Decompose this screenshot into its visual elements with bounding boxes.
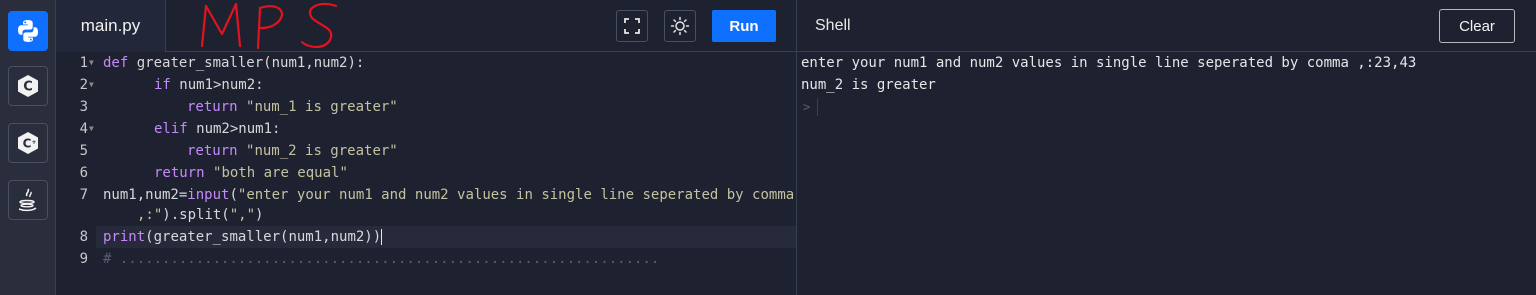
svg-text:C: C [23,137,32,151]
fold-chevron-icon[interactable]: ▼ [89,118,94,140]
code-line: num1,num2=input("enter your num1 and num… [103,187,795,203]
file-tab-label: main.py [80,16,141,35]
cpp-icon: C + [18,132,38,154]
shell-output[interactable]: enter your num1 and num2 values in singl… [797,52,1536,295]
line-number: 6 [79,165,88,181]
line-number: 1 [79,55,88,71]
code-line: return "both are equal" [154,165,348,181]
line-number: 9 [79,251,88,267]
line-number: 5 [79,143,88,159]
fullscreen-button[interactable] [616,10,648,42]
python-button[interactable] [8,11,48,51]
code-line-continuation: ,:").split(",") [137,207,264,223]
code-line: # ......................................… [103,251,660,267]
c-button[interactable]: C [8,66,48,106]
cpp-button[interactable]: C + [8,123,48,163]
shell-input-cursor[interactable] [817,98,818,116]
shell-prompt-icon: > [803,100,811,114]
svg-text:C: C [23,80,33,95]
code-line: def greater_smaller(num1,num2): [103,55,365,71]
fullscreen-icon [624,18,640,34]
mps-handwritten-annotation [200,2,338,50]
clear-button[interactable]: Clear [1439,9,1515,43]
line-number: 3 [79,99,88,115]
code-line: return "num_2 is greater" [187,143,398,159]
python-icon [18,20,38,42]
java-icon [18,188,37,212]
run-button-label: Run [729,17,759,35]
shell-title: Shell [815,17,851,34]
line-number: 2 [79,77,88,93]
svg-text:+: + [31,139,36,146]
code-line: print(greater_smaller(num1,num2)) [103,229,383,245]
shell-toolbar: Shell Clear [797,0,1536,52]
run-button[interactable]: Run [712,10,776,42]
shell-output-line: num_2 is greater [801,77,936,93]
code-line: elif num2>num1: [154,121,281,137]
clear-button-label: Clear [1459,17,1495,35]
line-number: 7 [79,187,88,203]
language-sidebar: C C + [0,0,56,295]
line-number: 8 [79,229,88,245]
fold-chevron-icon[interactable]: ▼ [89,74,94,96]
text-cursor [381,229,383,245]
code-line: if num1>num2: [154,77,264,93]
code-editor[interactable]: 1 ▼ 2 ▼ 3 4 ▼ 5 6 7 8 9 def greater_smal… [56,52,796,295]
theme-toggle-button[interactable] [664,10,696,42]
file-tab-main-py[interactable]: main.py [56,0,166,52]
sun-icon [670,16,690,36]
fold-chevron-icon[interactable]: ▼ [89,52,94,74]
shell-output-line: enter your num1 and num2 values in singl… [801,55,1417,71]
java-button[interactable] [8,180,48,220]
line-number: 4 [79,121,88,137]
c-icon: C [18,75,38,97]
editor-toolbar: main.py Run [56,0,796,52]
code-line: return "num_1 is greater" [187,99,398,115]
